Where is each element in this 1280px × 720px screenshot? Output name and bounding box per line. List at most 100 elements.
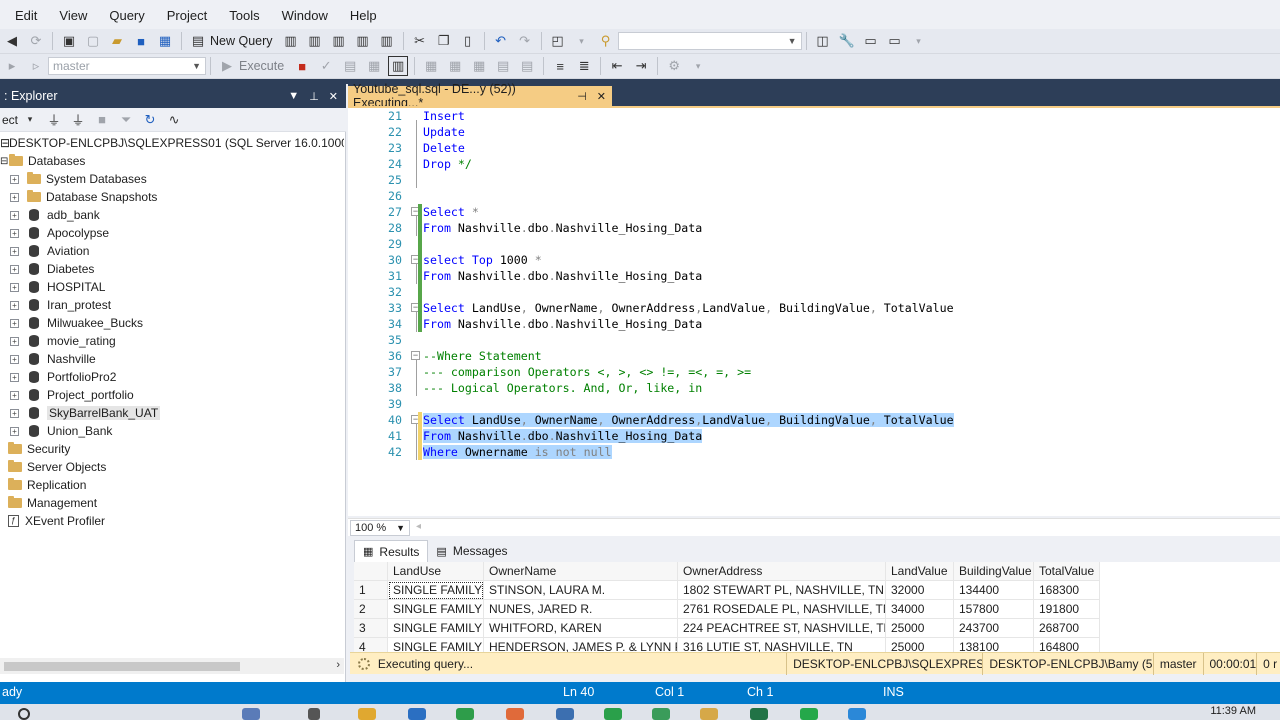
change-connection-icon[interactable]: ▹ [26, 56, 46, 76]
code-line[interactable]: Select LandUse, OwnerName, OwnerAddress,… [423, 300, 954, 316]
menu-tools[interactable]: Tools [218, 0, 270, 32]
redo-icon[interactable]: ↷ [515, 31, 535, 51]
tree-item-management[interactable]: Management [8, 494, 97, 512]
forward-icon[interactable]: ⟳ [26, 31, 46, 51]
expand-icon[interactable]: + [10, 372, 19, 382]
tree-item-portfoliopro2[interactable]: + PortfolioPro2 [10, 368, 116, 386]
filter-icon[interactable]: ⏷ [116, 110, 136, 130]
connect-plug-icon[interactable]: ⏚ [44, 110, 64, 130]
grid-cell[interactable]: SINGLE FAMILY [388, 600, 484, 619]
grid-cell[interactable]: 32000 [886, 581, 954, 600]
increase-indent-icon[interactable]: ⇥ [631, 56, 651, 76]
grid-cell[interactable]: 164800 [1034, 638, 1100, 652]
decrease-indent-icon[interactable]: ⇤ [607, 56, 627, 76]
grid-corner-cell[interactable] [354, 562, 388, 581]
grid-cell[interactable]: HENDERSON, JAMES P. & LYNN P. [484, 638, 678, 652]
tab-messages[interactable]: ▤ Messages [428, 540, 515, 562]
new-project-icon[interactable]: ▣ [59, 31, 79, 51]
grid-cell[interactable]: 25000 [886, 638, 954, 652]
specify-template-values-icon[interactable]: ⚙ [664, 56, 684, 76]
expand-icon[interactable]: + [10, 264, 19, 274]
activity-monitor-icon[interactable]: ◰ [548, 31, 568, 51]
open-file-icon[interactable]: ▰ [107, 31, 127, 51]
grid-cell[interactable]: SINGLE FAMILY [388, 581, 484, 600]
code-line[interactable]: --Where Statement [423, 348, 542, 364]
column-header[interactable]: TotalValue [1034, 562, 1100, 581]
paste-icon[interactable]: ▯ [458, 31, 478, 51]
dax-query-icon[interactable]: ▥ [377, 31, 397, 51]
display-plan-icon[interactable]: ▤ [340, 56, 360, 76]
app-icon[interactable] [556, 708, 574, 720]
live-stats-icon[interactable]: ▦ [445, 56, 465, 76]
add-item-icon[interactable]: ▢ [83, 31, 103, 51]
connect-button[interactable]: ect [0, 113, 18, 127]
save-all-icon[interactable]: ▦ [155, 31, 175, 51]
pin-icon[interactable]: ⊣ [577, 90, 587, 103]
taskbar-clock[interactable]: 11:39 AM [1210, 705, 1256, 717]
expand-icon[interactable]: + [10, 336, 19, 346]
menu-view[interactable]: View [48, 0, 98, 32]
app-icon[interactable] [848, 708, 866, 720]
scroll-right-icon[interactable]: › [336, 659, 340, 671]
results-to-file-icon[interactable]: ▤ [517, 56, 537, 76]
collapse-region-icon[interactable]: − [411, 351, 420, 360]
cut-icon[interactable]: ✂ [410, 31, 430, 51]
tree-item-replication[interactable]: Replication [8, 476, 86, 494]
ssms-icon[interactable] [700, 708, 718, 720]
expand-icon[interactable]: + [10, 300, 19, 310]
tree-item-apocolypse[interactable]: + Apocolypse [10, 224, 109, 242]
menu-help[interactable]: Help [339, 0, 388, 32]
grid-cell[interactable]: SINGLE FAMILY [388, 619, 484, 638]
tree-item-project-portfolio[interactable]: + Project_portfolio [10, 386, 134, 404]
server-expander-icon[interactable]: ⊟ [0, 136, 10, 150]
tree-item-movie-rating[interactable]: + movie_rating [10, 332, 116, 350]
grid-cell[interactable]: 134400 [954, 581, 1034, 600]
tree-item-iran-protest[interactable]: + Iran_protest [10, 296, 111, 314]
activity-icon[interactable]: ∿ [164, 110, 184, 130]
tree-item-union-bank[interactable]: + Union_Bank [10, 422, 112, 440]
close-tab-icon[interactable]: ✕ [597, 90, 606, 103]
column-header[interactable]: OwnerAddress [678, 562, 886, 581]
row-number[interactable]: 1 [354, 581, 388, 600]
grid-cell[interactable]: 191800 [1034, 600, 1100, 619]
tree-item-database-snapshots[interactable]: + Database Snapshots [10, 188, 157, 206]
database-engine-query-icon[interactable]: ▥ [281, 31, 301, 51]
grid-cell[interactable]: 2761 ROSEDALE PL, NASHVILLE, TN [678, 600, 886, 619]
column-header[interactable]: OwnerName [484, 562, 678, 581]
grid-cell[interactable]: 1802 STEWART PL, NASHVILLE, TN [678, 581, 886, 600]
results-to-text-icon[interactable]: ▤ [493, 56, 513, 76]
collapse-icon[interactable]: ⊟ [0, 156, 9, 167]
tree-item-skybarrelbank-uat[interactable]: + SkyBarrelBank_UAT [10, 404, 161, 422]
window-position-icon[interactable]: ▼ [288, 90, 299, 103]
grid-cell[interactable]: 316 LUTIE ST, NASHVILLE, TN [678, 638, 886, 652]
whatsapp-icon[interactable] [800, 708, 818, 720]
toolbox-icon[interactable]: ▭ [861, 31, 881, 51]
scroll-left-icon[interactable]: ◂ [416, 521, 421, 532]
vscode-icon[interactable] [408, 708, 426, 720]
properties-icon[interactable]: ◫ [813, 31, 833, 51]
expand-icon[interactable]: + [10, 426, 19, 436]
grid-cell[interactable]: 268700 [1034, 619, 1100, 638]
app-icon[interactable] [506, 708, 524, 720]
results-grid[interactable]: LandUse OwnerName OwnerAddress LandValue Bui… [354, 562, 1280, 652]
menu-window[interactable]: Window [271, 0, 339, 32]
code-line[interactable]: --- comparison Operators <, >, <> !=, =<… [423, 364, 751, 380]
search-combo[interactable]: ▼ [617, 32, 802, 50]
toolbar-options-icon[interactable]: ▾ [909, 31, 929, 51]
chrome-icon[interactable] [604, 708, 622, 720]
expand-icon[interactable]: + [10, 354, 19, 364]
undo-icon[interactable]: ↶ [491, 31, 511, 51]
grid-cell[interactable]: 224 PEACHTREE ST, NASHVILLE, TN [678, 619, 886, 638]
code-line[interactable]: select Top 1000 * [423, 252, 542, 268]
grid-cell[interactable]: 34000 [886, 600, 954, 619]
menu-edit[interactable]: Edit [4, 0, 48, 32]
execute-button[interactable]: Execute [239, 59, 284, 73]
code-line[interactable]: Delete [423, 140, 465, 156]
refresh-icon[interactable]: ↻ [140, 110, 160, 130]
column-header[interactable]: LandValue [886, 562, 954, 581]
close-icon[interactable]: ✕ [329, 90, 338, 103]
expand-icon[interactable]: + [10, 174, 19, 184]
expand-icon[interactable]: + [10, 318, 19, 328]
stop-icon[interactable]: ■ [92, 110, 112, 130]
code-line[interactable]: From Nashville.dbo.Nashville_Hosing_Data [423, 428, 703, 444]
